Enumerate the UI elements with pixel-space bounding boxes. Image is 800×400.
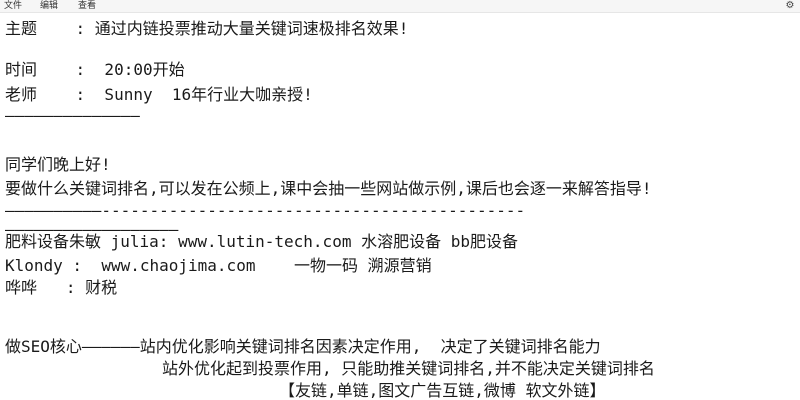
text-line-topic: 主题 : 通过内链投票推动大量关键词速极排名效果! xyxy=(5,19,409,38)
text-line-time: 时间 : 20:00开始 xyxy=(5,60,185,79)
text-line-seo-core: 做SEO核心——————站内优化影响关键词排名因素决定作用, 决定了关键词排名能… xyxy=(5,337,601,356)
text-line-offsite: 站外优化起到投票作用, 只能助推关键词排名,并不能决定关键词排名 xyxy=(162,359,655,378)
menu-view[interactable]: 查看 xyxy=(76,0,98,12)
text-line-greeting: 同学们晚上好! xyxy=(5,155,111,174)
text-line-instructions: 要做什么关键词排名,可以发在公频上,课中会抽一些网站做示例,课后也会逐一来解答指… xyxy=(5,179,652,198)
menu-bar: 文件 编辑 查看 ⚙ xyxy=(0,0,800,13)
text-line-divider-1: —————————————— xyxy=(5,106,140,125)
gear-icon[interactable]: ⚙ xyxy=(784,0,796,12)
text-line-klondy: Klondy : www.chaojima.com 一物一码 溯源营销 xyxy=(5,256,432,275)
notepad-window: 文件 编辑 查看 ⚙ 主题 : 通过内链投票推动大量关键词速极排名效果! 时间 … xyxy=(0,0,800,400)
text-line-huahua: 哗哗 : 财税 xyxy=(5,278,118,297)
menu-edit[interactable]: 编辑 xyxy=(38,0,60,12)
text-line-julia: 肥料设备朱敏 julia: www.lutin-tech.com 水溶肥设备 b… xyxy=(5,232,518,251)
menu-file[interactable]: 文件 xyxy=(2,0,24,12)
text-line-links: 【友链,单链,图文广告互链,微博 软文外链】 xyxy=(279,381,606,400)
text-editor[interactable]: 主题 : 通过内链投票推动大量关键词速极排名效果! 时间 : 20:00开始 老… xyxy=(0,13,800,400)
text-line-teacher: 老师 : Sunny 16年行业大咖亲授! xyxy=(5,85,313,104)
